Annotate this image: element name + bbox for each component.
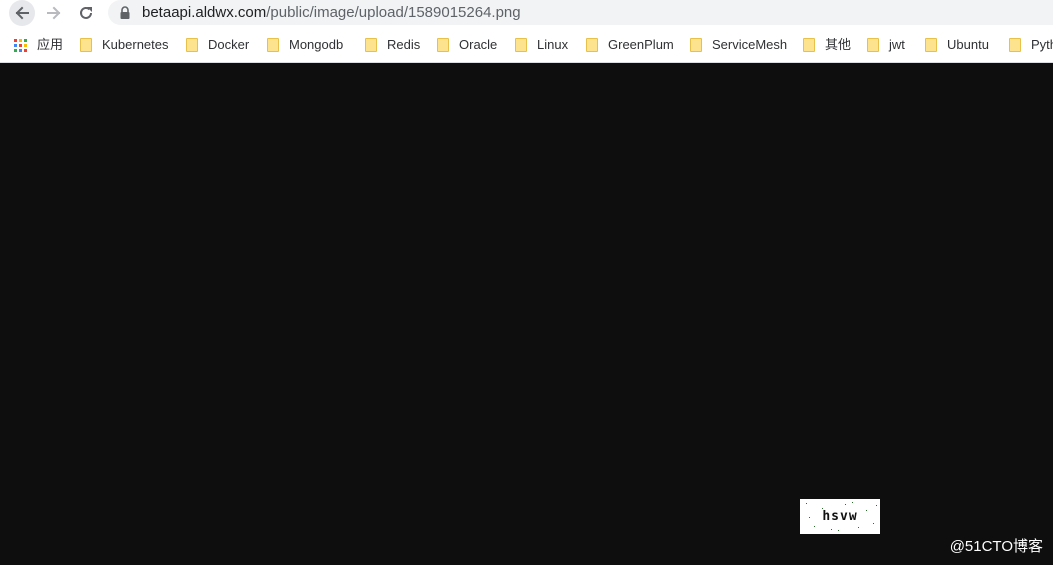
bookmarks-bar: 应用 Kubernetes Docker Mongodb Redis Oracl…: [0, 30, 1053, 59]
url-path: /public/image/upload/1589015264.png: [266, 4, 521, 21]
address-bar[interactable]: betaapi.aldwx.com/public/image/upload/15…: [108, 0, 1053, 25]
bookmark-mongodb[interactable]: Mongodb: [267, 36, 343, 54]
folder-icon: [867, 38, 879, 52]
back-arrow-icon: [15, 6, 29, 20]
bookmark-label: Docker: [208, 37, 250, 52]
bookmark-oracle[interactable]: Oracle: [437, 36, 497, 54]
url-host: betaapi.aldwx.com: [142, 4, 267, 21]
url-text: betaapi.aldwx.com/public/image/upload/15…: [142, 3, 521, 22]
forward-button[interactable]: [41, 0, 67, 26]
apps-grid-icon: [14, 38, 27, 52]
bookmark-python[interactable]: Pyth: [1009, 36, 1053, 54]
folder-icon: [690, 38, 702, 52]
bookmark-label: Pyth: [1031, 37, 1053, 52]
browser-chrome: betaapi.aldwx.com/public/image/upload/15…: [0, 0, 1053, 62]
lock-icon: [120, 6, 130, 19]
watermark: @51CTO博客: [949, 538, 1043, 555]
bookmark-label: 其他: [825, 37, 852, 52]
bookmark-label: Mongodb: [289, 37, 344, 52]
bookmark-redis[interactable]: Redis: [365, 36, 420, 54]
bookmark-label: Oracle: [459, 37, 498, 52]
captcha-image: hsvw: [800, 499, 880, 534]
bookmark-label: Redis: [387, 37, 421, 52]
folder-icon: [80, 38, 92, 52]
folder-icon: [186, 38, 198, 52]
bookmark-apps[interactable]: 应用: [14, 36, 63, 54]
bookmark-linux[interactable]: Linux: [515, 36, 568, 54]
bookmark-label: 应用: [37, 37, 64, 52]
bookmark-other[interactable]: 其他: [803, 36, 851, 54]
bookmark-label: jwt: [889, 37, 905, 52]
folder-icon: [365, 38, 377, 52]
bookmark-label: ServiceMesh: [712, 37, 788, 52]
bookmark-label: GreenPlum: [608, 37, 674, 52]
bookmark-greenplum[interactable]: GreenPlum: [586, 36, 674, 54]
folder-icon: [515, 38, 527, 52]
folder-icon: [586, 38, 598, 52]
bookmark-ubuntu[interactable]: Ubuntu: [925, 36, 989, 54]
bookmark-kubernetes[interactable]: Kubernetes: [80, 36, 169, 54]
bookmark-label: Kubernetes: [102, 37, 169, 52]
back-button[interactable]: [9, 0, 35, 26]
reload-icon: [80, 6, 92, 19]
bookmark-jwt[interactable]: jwt: [867, 36, 905, 54]
folder-icon: [437, 38, 449, 52]
folder-icon: [925, 38, 937, 52]
forward-arrow-icon: [47, 6, 61, 20]
reload-button[interactable]: [73, 0, 99, 26]
bookmark-label: Ubuntu: [947, 37, 989, 52]
bookmark-label: Linux: [537, 37, 569, 52]
folder-icon: [803, 38, 815, 52]
image-viewer-background: [0, 63, 1053, 565]
browser-toolbar: betaapi.aldwx.com/public/image/upload/15…: [0, 0, 1053, 26]
folder-icon: [1009, 38, 1021, 52]
captcha-text: hsvw: [822, 509, 858, 524]
bookmark-docker[interactable]: Docker: [186, 36, 249, 54]
folder-icon: [267, 38, 279, 52]
bookmark-servicemesh[interactable]: ServiceMesh: [690, 36, 787, 54]
